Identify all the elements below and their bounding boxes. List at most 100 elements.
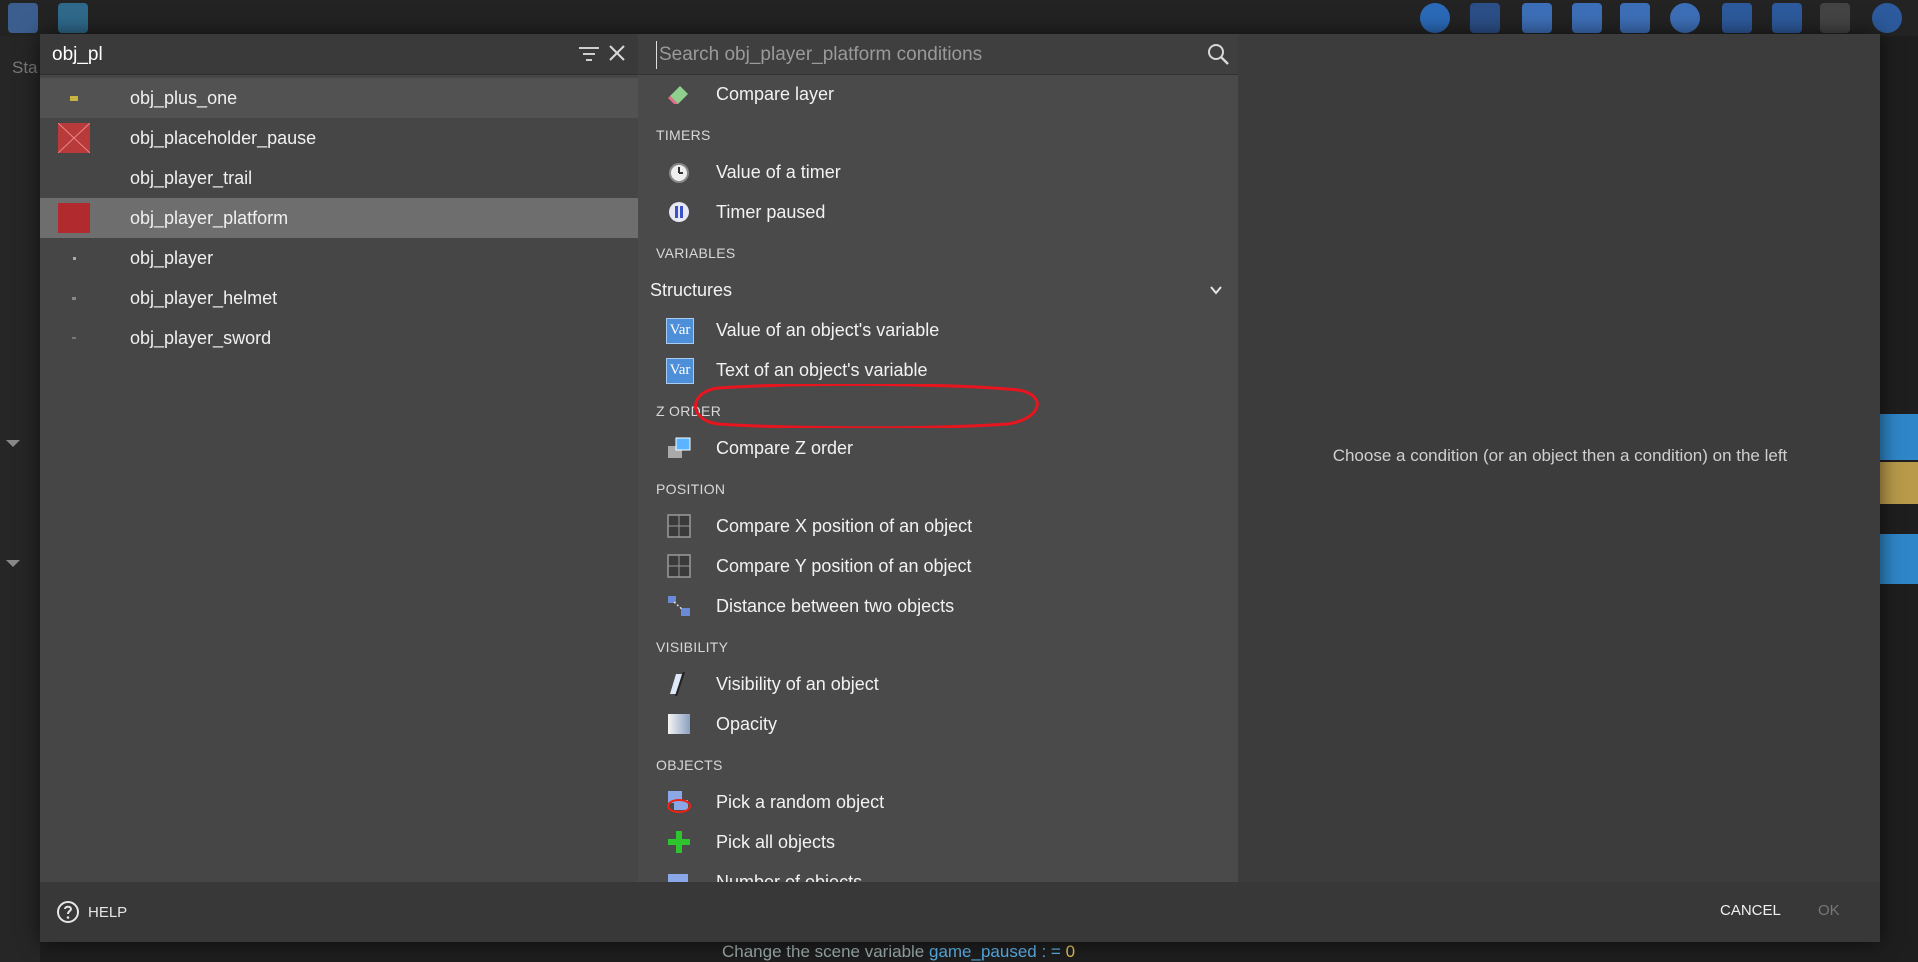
var-icon: Var (666, 318, 694, 344)
object-list-item[interactable]: obj_placeholder_pause (40, 118, 638, 158)
object-list: obj_plus_one obj_placeholder_pause obj_p… (40, 78, 638, 358)
object-list-item[interactable]: obj_plus_one (40, 78, 638, 118)
condition-item[interactable]: Pick all objects (638, 822, 1238, 862)
object-list-item[interactable]: obj_player_trail (40, 158, 638, 198)
preview-play-icon[interactable] (1420, 3, 1450, 33)
condition-label: Visibility of an object (716, 674, 879, 694)
condition-item[interactable]: Timer paused (638, 192, 1238, 232)
undo-icon[interactable] (1772, 3, 1802, 33)
help-button[interactable]: HELP (56, 898, 127, 926)
section-header-timers: TIMERS (656, 127, 711, 143)
scene-icon[interactable] (58, 3, 88, 33)
group-structures[interactable]: Structures (638, 270, 1238, 310)
eraser-icon (668, 86, 688, 104)
distance-icon (668, 596, 690, 616)
condition-item[interactable]: Value of a timer (638, 152, 1238, 192)
condition-label: Text of an object's variable (716, 360, 928, 380)
pause-timer-icon (669, 202, 689, 222)
object-list-item-selected[interactable]: obj_player_platform (40, 198, 638, 238)
debug-icon[interactable] (1470, 3, 1500, 33)
tiny-sprite-icon (58, 83, 90, 113)
section-header-visibility: VISIBILITY (656, 639, 729, 655)
search-icon[interactable] (1206, 42, 1230, 66)
event-color-strip (1878, 462, 1918, 504)
collapse-arrow-icon[interactable] (6, 560, 20, 567)
background-event-text: Change the scene variable game_paused : … (722, 942, 1076, 961)
plus-icon (668, 831, 690, 853)
condition-item[interactable]: Compare X position of an object (638, 506, 1238, 546)
empty-state-hint: Choose a condition (or an object then a … (1332, 446, 1788, 465)
add-subevent-icon[interactable] (1572, 3, 1602, 33)
red-cross-icon (58, 123, 90, 153)
object-list-item[interactable]: obj_player (40, 238, 638, 278)
alarm-clock-icon (669, 163, 689, 183)
condition-item[interactable]: Number of objects (638, 862, 1238, 882)
object-label: obj_player_helmet (130, 287, 278, 308)
condition-label: Distance between two objects (716, 596, 955, 616)
condition-list-pane: Compare layer TIMERS Value of a timer Ti… (638, 34, 1238, 882)
dot-sprite-icon (58, 243, 90, 273)
delete-icon[interactable] (1722, 3, 1752, 33)
red-highlight-annotation (694, 384, 1039, 428)
add-more-icon[interactable] (1670, 3, 1700, 33)
group-label: Structures (650, 280, 733, 300)
editor-tab-fragment: Sta (12, 58, 38, 77)
add-comment-icon[interactable] (1620, 3, 1650, 33)
condition-item[interactable]: Opacity (638, 704, 1238, 744)
editor-left-gutter (0, 36, 40, 962)
help-label: HELP (88, 903, 128, 921)
object-list-item[interactable]: obj_player_sword (40, 318, 638, 358)
section-header-position: POSITION (656, 481, 726, 497)
visibility-icon (670, 672, 685, 696)
object-filter-bar (40, 34, 638, 75)
events-list-icon[interactable] (8, 3, 38, 33)
condition-label: Compare layer (716, 84, 835, 104)
condition-item[interactable]: Compare Z order (638, 428, 1238, 468)
condition-item[interactable]: Visibility of an object (638, 664, 1238, 704)
count-icon (668, 874, 688, 882)
condition-label: Compare Z order (716, 438, 854, 458)
layers-icon (668, 437, 691, 458)
object-filter-input[interactable] (50, 41, 554, 69)
section-header-objects: OBJECTS (656, 757, 723, 773)
condition-label: Timer paused (716, 202, 826, 222)
condition-item[interactable]: Compare Y position of an object (638, 546, 1238, 586)
random-pick-icon (667, 791, 691, 813)
var-icon: Var (666, 358, 694, 384)
chevron-down-icon[interactable] (1208, 282, 1224, 298)
add-event-icon[interactable] (1522, 3, 1552, 33)
grid-icon (667, 554, 691, 578)
condition-item[interactable]: Distance between two objects (638, 586, 1238, 626)
cancel-button[interactable]: CANCEL (1720, 902, 1781, 919)
collapse-arrow-icon[interactable] (6, 440, 20, 447)
dot-sprite-icon (58, 283, 90, 313)
condition-label: Compare Y position of an object (716, 556, 972, 576)
object-list-pane: obj_plus_one obj_placeholder_pause obj_p… (40, 34, 638, 882)
condition-label: Pick a random object (716, 792, 885, 812)
condition-search-input[interactable] (656, 41, 1201, 69)
close-icon[interactable] (606, 42, 628, 64)
condition-search-bar (638, 34, 1238, 75)
object-label: obj_player_sword (130, 327, 272, 348)
condition-item[interactable]: Compare layer (638, 74, 1238, 114)
section-header-variables: VARIABLES (656, 245, 736, 261)
object-label: obj_player_platform (130, 207, 289, 228)
object-label: obj_player_trail (130, 167, 253, 188)
condition-label: Pick all objects (716, 832, 836, 852)
condition-item[interactable]: Pick a random object (638, 782, 1238, 822)
help-icon (57, 901, 79, 923)
dialog-footer: HELP CANCEL OK (40, 882, 1880, 942)
opacity-icon (668, 714, 690, 734)
new-condition-dialog: obj_plus_one obj_placeholder_pause obj_p… (40, 34, 1880, 942)
ok-button[interactable]: OK (1818, 902, 1840, 919)
search-events-icon[interactable] (1872, 3, 1902, 33)
filter-icon[interactable] (578, 44, 600, 64)
condition-label: Value of a timer (716, 162, 841, 182)
object-list-item[interactable]: obj_player_helmet (40, 278, 638, 318)
dot-sprite-icon (58, 323, 90, 353)
condition-list: Compare layer TIMERS Value of a timer Ti… (638, 74, 1238, 882)
event-color-strip (1878, 534, 1918, 584)
condition-item[interactable]: Var Value of an object's variable (638, 310, 1238, 350)
redo-icon[interactable] (1820, 3, 1850, 33)
object-label: obj_plus_one (130, 87, 238, 108)
